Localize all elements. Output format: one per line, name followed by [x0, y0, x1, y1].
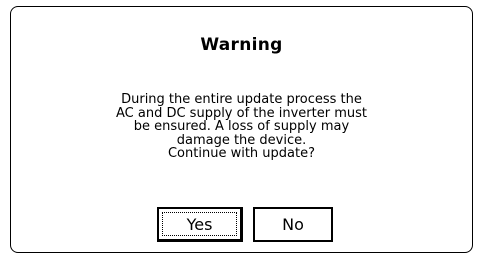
- message-line: Continue with update?: [167, 146, 315, 161]
- dialog-message: During the entire update process the AC …: [51, 93, 432, 161]
- dialog-title: Warning: [200, 35, 283, 55]
- message-line: damage the device.: [176, 132, 307, 148]
- yes-button-label: Yes: [186, 214, 213, 234]
- message-line: AC and DC supply of the inverter must: [116, 105, 367, 121]
- message-line: During the entire update process the: [121, 92, 362, 107]
- no-button[interactable]: No: [253, 207, 333, 242]
- no-button-label: No: [282, 215, 304, 234]
- yes-button[interactable]: Yes: [157, 207, 243, 242]
- message-line: be ensured. A loss of supply may: [133, 119, 350, 134]
